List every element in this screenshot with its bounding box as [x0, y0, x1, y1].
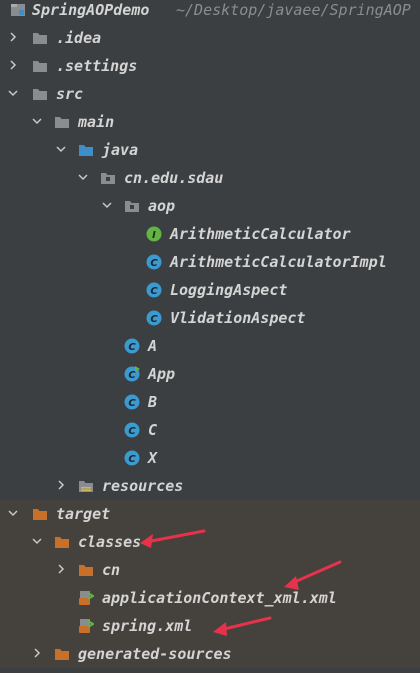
- package-icon: [124, 198, 140, 214]
- tree-row-main[interactable]: main: [0, 108, 420, 136]
- folder-icon: [32, 30, 48, 46]
- class-icon: C: [146, 282, 162, 298]
- excluded-folder-icon: [54, 646, 70, 662]
- class-icon: C: [124, 394, 140, 410]
- file-label: LoggingAspect: [170, 281, 288, 299]
- tree-row-class-c[interactable]: C C: [0, 416, 420, 444]
- file-label: spring.xml: [102, 617, 193, 635]
- svg-text:I: I: [152, 230, 156, 241]
- class-icon: C: [146, 254, 162, 270]
- svg-text:C: C: [128, 398, 136, 409]
- chevron-down-icon[interactable]: [78, 172, 88, 182]
- chevron-right-icon[interactable]: [32, 648, 42, 658]
- chevron-down-icon[interactable]: [56, 144, 66, 154]
- chevron-down-icon[interactable]: [8, 508, 18, 518]
- tree-row-arithmetic-calculator[interactable]: I ArithmeticCalculator: [0, 220, 420, 248]
- folder-icon: [54, 114, 70, 130]
- file-label: X: [148, 449, 158, 467]
- folder-label: .settings: [56, 57, 138, 75]
- xml-config-icon: [78, 618, 95, 634]
- svg-text:C: C: [128, 426, 136, 437]
- source-folder-icon: [78, 142, 94, 158]
- folder-label: src: [56, 85, 84, 103]
- project-path: ~/Desktop/javaee/SpringAOP: [176, 1, 411, 19]
- file-label: App: [148, 365, 176, 383]
- svg-text:C: C: [150, 314, 158, 325]
- folder-label: resources: [102, 477, 184, 495]
- tree-row-arithmetic-calculator-impl[interactable]: C ArithmeticCalculatorImpl: [0, 248, 420, 276]
- resources-folder-icon: [78, 478, 94, 494]
- tree-row-src[interactable]: src: [0, 80, 420, 108]
- tree-row-vlidation-aspect[interactable]: C VlidationAspect: [0, 304, 420, 332]
- package-icon: [100, 170, 116, 186]
- chevron-right-icon[interactable]: [56, 564, 66, 574]
- tree-row-class-x[interactable]: C X: [0, 444, 420, 472]
- file-label: ArithmeticCalculatorImpl: [170, 253, 387, 271]
- tree-row-class-a[interactable]: C A: [0, 332, 420, 360]
- folder-label: java: [102, 141, 139, 159]
- xml-config-icon: [78, 590, 95, 606]
- folder-label: classes: [78, 533, 142, 551]
- svg-text:C: C: [150, 258, 158, 269]
- tree-row-aop[interactable]: aop: [0, 192, 420, 220]
- file-label: C: [148, 421, 158, 439]
- chevron-right-icon[interactable]: [56, 480, 66, 490]
- folder-label: .idea: [56, 29, 102, 47]
- folder-label: target: [56, 505, 111, 523]
- tree-row-application-context[interactable]: applicationContext_xml.xml: [0, 584, 420, 612]
- tree-row-classes[interactable]: classes: [0, 528, 420, 556]
- chevron-right-icon[interactable]: [8, 60, 18, 70]
- file-label: ArithmeticCalculator: [170, 225, 351, 243]
- folder-icon: [32, 86, 48, 102]
- excluded-folder-icon: [54, 534, 70, 550]
- tree-row-package[interactable]: cn.edu.sdau: [0, 164, 420, 192]
- file-label: VlidationAspect: [170, 309, 306, 327]
- interface-icon: I: [146, 226, 162, 242]
- chevron-down-icon[interactable]: [32, 536, 42, 546]
- folder-label: cn: [102, 561, 121, 579]
- tree-row-resources[interactable]: resources: [0, 472, 420, 500]
- class-icon: C: [124, 422, 140, 438]
- file-label: applicationContext_xml.xml: [102, 589, 337, 607]
- tree-row-class-app[interactable]: C App: [0, 360, 420, 388]
- chevron-right-icon[interactable]: [8, 32, 18, 42]
- tree-row-logging-aspect[interactable]: C LoggingAspect: [0, 276, 420, 304]
- file-label: A: [148, 337, 158, 355]
- folder-label: generated-sources: [78, 645, 232, 663]
- folder-label: main: [78, 113, 115, 131]
- runnable-class-icon: C: [124, 366, 140, 382]
- project-name: SpringAOPdemo: [32, 1, 150, 19]
- tree-row-idea[interactable]: .idea: [0, 24, 420, 52]
- svg-text:C: C: [150, 286, 158, 297]
- excluded-folder-icon: [78, 562, 94, 578]
- tree-row-project[interactable]: SpringAOPdemo ~/Desktop/javaee/SpringAOP: [0, 0, 420, 24]
- tree-row-java[interactable]: java: [0, 136, 420, 164]
- class-icon: C: [146, 310, 162, 326]
- tree-row-generated-sources[interactable]: generated-sources: [0, 640, 420, 668]
- svg-text:C: C: [128, 454, 136, 465]
- package-label: cn.edu.sdau: [124, 169, 224, 187]
- tree-row-target[interactable]: target: [0, 500, 420, 528]
- file-label: B: [148, 393, 158, 411]
- tree-row-class-b[interactable]: C B: [0, 388, 420, 416]
- chevron-down-icon[interactable]: [32, 116, 42, 126]
- tree-row-settings[interactable]: .settings: [0, 52, 420, 80]
- tree-row-spring-xml[interactable]: spring.xml: [0, 612, 420, 640]
- class-icon: C: [124, 338, 140, 354]
- package-label: aop: [148, 197, 176, 215]
- tree-row-cn[interactable]: cn: [0, 556, 420, 584]
- excluded-folder-icon: [32, 506, 48, 522]
- chevron-down-icon[interactable]: [8, 88, 18, 98]
- chevron-down-icon[interactable]: [102, 200, 112, 210]
- project-tree: SpringAOPdemo ~/Desktop/javaee/SpringAOP…: [0, 0, 420, 673]
- class-icon: C: [124, 450, 140, 466]
- module-icon: [10, 2, 26, 18]
- svg-text:C: C: [128, 342, 136, 353]
- folder-icon: [32, 58, 48, 74]
